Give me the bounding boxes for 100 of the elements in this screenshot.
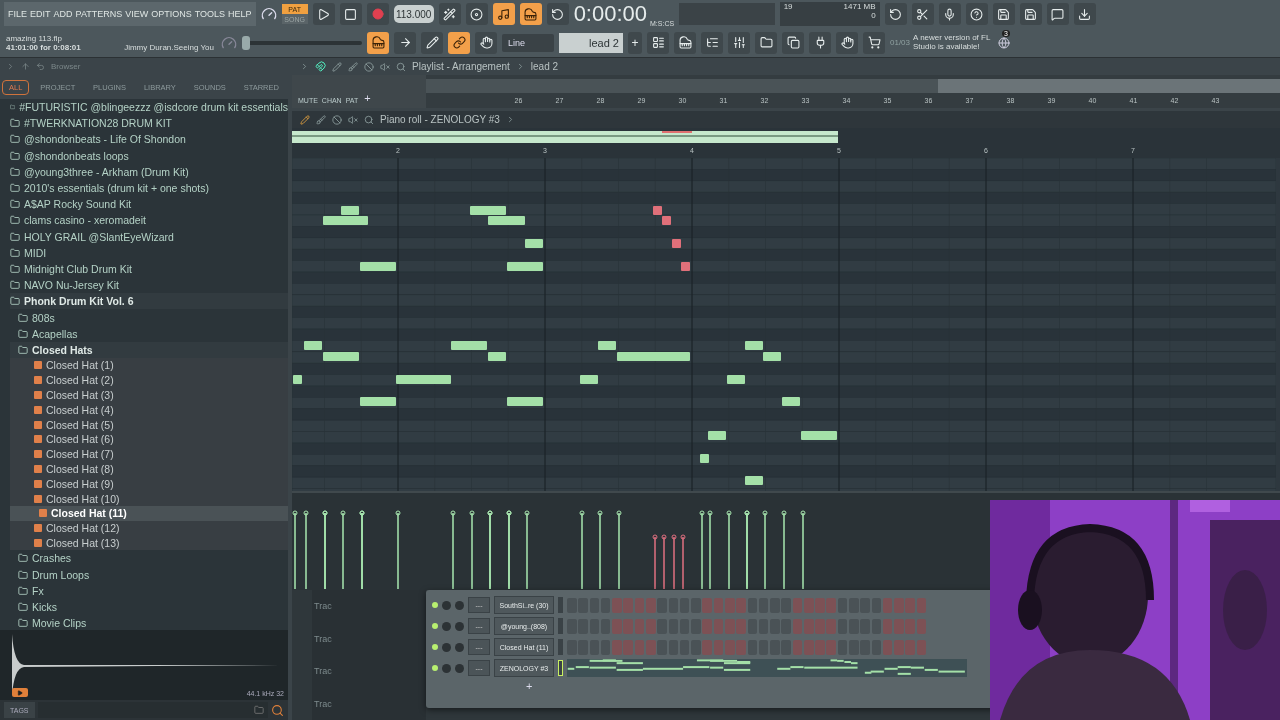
- step-button[interactable]: [882, 597, 893, 613]
- step-button[interactable]: [916, 618, 927, 634]
- note[interactable]: [745, 476, 763, 485]
- menu-item[interactable]: PATTERNS: [75, 9, 123, 20]
- folder-item[interactable]: Midnight Club Drum Kit: [10, 260, 288, 278]
- folder-item[interactable]: Kicks: [10, 598, 288, 616]
- step-button[interactable]: [645, 597, 656, 613]
- toolbar-toggle[interactable]: [546, 3, 569, 26]
- volume-knob[interactable]: [455, 621, 464, 631]
- add-channel-button[interactable]: +: [524, 680, 535, 692]
- folder-item[interactable]: Movie Clips: [10, 615, 288, 630]
- step-button[interactable]: [826, 597, 837, 613]
- channel-rack-button[interactable]: [701, 31, 723, 54]
- step-button[interactable]: [894, 639, 904, 655]
- note[interactable]: [293, 375, 302, 384]
- arrangement-overview[interactable]: [426, 79, 1280, 93]
- pan-knob[interactable]: [442, 621, 451, 631]
- note[interactable]: [782, 397, 800, 406]
- step-button[interactable]: [803, 618, 814, 634]
- step-button[interactable]: [894, 618, 904, 634]
- sample-item[interactable]: Closed Hat (5): [10, 417, 288, 432]
- step-button[interactable]: [623, 618, 633, 634]
- step-button[interactable]: [600, 639, 611, 655]
- channel-led[interactable]: [432, 623, 438, 629]
- note[interactable]: [341, 206, 359, 215]
- step-button[interactable]: [837, 597, 848, 613]
- folder-item[interactable]: #TWERKNATION28 DRUM KIT: [10, 115, 288, 132]
- sample-item[interactable]: Closed Hat (4): [10, 402, 288, 418]
- play-button[interactable]: [12, 688, 28, 697]
- menu-item[interactable]: ADD: [53, 9, 73, 20]
- note[interactable]: [360, 262, 396, 271]
- step-button[interactable]: [905, 597, 916, 613]
- chevron-icon[interactable]: [6, 62, 15, 71]
- magnet-icon[interactable]: [315, 61, 326, 72]
- step-button[interactable]: [657, 618, 667, 634]
- step-button[interactable]: [916, 639, 927, 655]
- step-button[interactable]: [623, 597, 633, 613]
- folder-item[interactable]: Closed Hats: [10, 341, 288, 358]
- add-pattern-button[interactable]: +: [628, 31, 642, 54]
- plugin-button[interactable]: [809, 31, 831, 54]
- play-button[interactable]: [312, 3, 335, 26]
- step-button[interactable]: [837, 618, 848, 634]
- note[interactable]: [304, 341, 322, 350]
- step-button[interactable]: [882, 618, 893, 634]
- folder-item[interactable]: HOLY GRAIL @SlantEyeWizard: [10, 228, 288, 245]
- volume-knob[interactable]: [455, 642, 464, 652]
- menu-item[interactable]: FILE: [8, 9, 27, 20]
- step-button[interactable]: [747, 618, 758, 634]
- step-button[interactable]: [691, 618, 701, 634]
- toolbar-toggle[interactable]: [438, 3, 461, 26]
- step-button[interactable]: [815, 597, 825, 613]
- note[interactable]: [700, 454, 709, 463]
- note[interactable]: [763, 352, 781, 361]
- track-label[interactable]: Trac: [314, 601, 426, 612]
- channel-led[interactable]: [432, 665, 438, 671]
- channel-led[interactable]: [432, 644, 438, 650]
- mute-icon[interactable]: [380, 61, 390, 72]
- chat-button[interactable]: [1046, 3, 1069, 26]
- folder-item[interactable]: @young3three - Arkham (Drum Kit): [10, 163, 288, 180]
- menu-item[interactable]: OPTIONS: [151, 9, 192, 20]
- note[interactable]: [323, 352, 359, 361]
- note[interactable]: [451, 341, 487, 350]
- toolbar-toggle[interactable]: [475, 31, 497, 54]
- scissors-button[interactable]: [911, 3, 934, 26]
- note[interactable]: [507, 397, 543, 406]
- playlist-button[interactable]: [647, 31, 669, 54]
- step-button[interactable]: [724, 618, 735, 634]
- folder-item[interactable]: MIDI: [10, 244, 288, 261]
- step-button[interactable]: [747, 639, 758, 655]
- step-button[interactable]: [736, 618, 746, 634]
- mute-icon[interactable]: [348, 114, 358, 125]
- sample-item[interactable]: Closed Hat (9): [10, 476, 288, 492]
- step-button[interactable]: [724, 597, 735, 613]
- step-button[interactable]: [713, 618, 724, 634]
- note[interactable]: [580, 375, 598, 384]
- folder-item[interactable]: 2010's essentials (drum kit + one shots): [10, 179, 288, 197]
- note[interactable]: [745, 341, 763, 350]
- step-button[interactable]: [747, 597, 758, 613]
- zoom-icon[interactable]: [396, 61, 406, 72]
- copy-button[interactable]: [782, 31, 804, 54]
- folder-item[interactable]: Acapellas: [10, 325, 288, 342]
- step-button[interactable]: [691, 597, 701, 613]
- step-button[interactable]: [815, 618, 825, 634]
- step-button[interactable]: [837, 639, 848, 655]
- menu-item[interactable]: HELP: [228, 9, 252, 20]
- folder-item[interactable]: A$AP Rocky Sound Kit: [10, 196, 288, 213]
- toolbar-toggle[interactable]: [421, 31, 443, 54]
- toolbar-toggle[interactable]: [492, 3, 515, 26]
- save-as-button[interactable]: [1019, 3, 1042, 26]
- folder-item[interactable]: #FUTURISTIC @blingeezzz @isdcore drum kit essentials: [10, 99, 288, 116]
- volume-knob[interactable]: [455, 600, 464, 610]
- note[interactable]: [727, 375, 745, 384]
- step-button[interactable]: [894, 597, 904, 613]
- step-button[interactable]: [612, 639, 622, 655]
- step-button[interactable]: [713, 597, 724, 613]
- step-button[interactable]: [645, 639, 656, 655]
- cart-button[interactable]: [863, 31, 885, 54]
- pitch-slider[interactable]: [242, 35, 362, 50]
- note[interactable]: [470, 206, 506, 215]
- step-button[interactable]: [871, 639, 882, 655]
